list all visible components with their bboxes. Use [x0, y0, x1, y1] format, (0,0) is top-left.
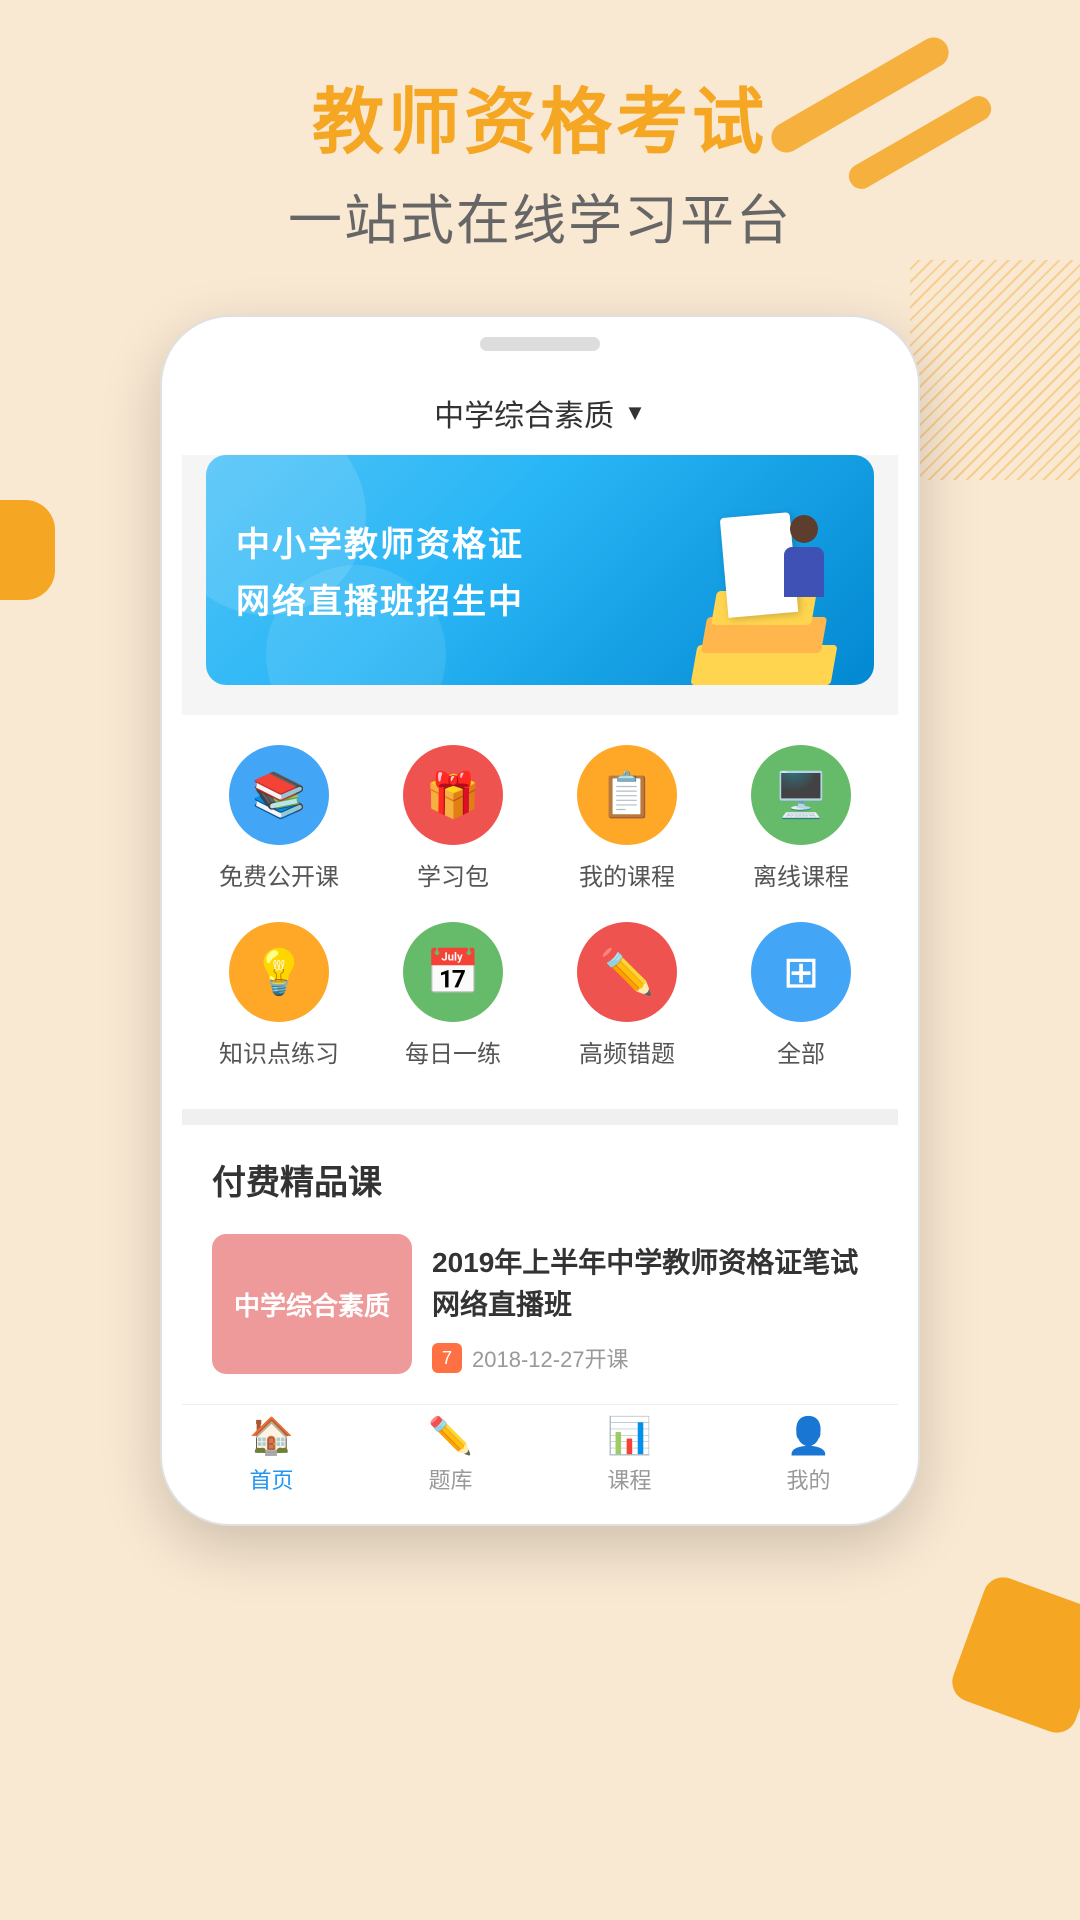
- date-icon: 7: [432, 1343, 462, 1373]
- home-icon: 🏠: [249, 1415, 294, 1457]
- icon-item-knowledge[interactable]: 💡 知识点练习: [209, 922, 349, 1069]
- errors-label: 高频错题: [579, 1034, 675, 1069]
- banner-text: 中小学教师资格证 网络直播班招生中: [236, 517, 844, 623]
- mine-label: 我的: [786, 1463, 830, 1495]
- course-date-row: 7 2018-12-27开课: [432, 1342, 868, 1374]
- header-area: 教师资格考试 一站式在线学习平台: [0, 0, 1080, 285]
- banner-line2: 网络直播班招生中: [236, 574, 844, 623]
- offline-label: 离线课程: [753, 857, 849, 892]
- phone-speaker: [480, 337, 600, 351]
- nav-item-questions[interactable]: ✏️ 题库: [361, 1405, 540, 1504]
- my-course-icon: 📋: [577, 745, 677, 845]
- offline-icon: 🖥️: [751, 745, 851, 845]
- free-course-icon: 📚: [229, 745, 329, 845]
- phone-outer: 中学综合素质 ▼ 中小学教师资格证 网络直播班招生中: [160, 315, 920, 1526]
- premium-section: 付费精品课 中学综合素质 2019年上半年中学教师资格证笔试网络直播班 7 20…: [182, 1125, 898, 1404]
- errors-icon: ✏️: [577, 922, 677, 1022]
- questions-icon: ✏️: [428, 1415, 473, 1457]
- icon-item-errors[interactable]: ✏️ 高频错题: [557, 922, 697, 1069]
- deco-lines-topright: [910, 260, 1080, 480]
- main-title: 教师资格考试: [0, 80, 1080, 166]
- daily-icon: 📅: [403, 922, 503, 1022]
- banner-line1: 中小学教师资格证: [236, 517, 844, 566]
- icon-item-free-course[interactable]: 📚 免费公开课: [209, 745, 349, 892]
- screen-header[interactable]: 中学综合素质 ▼: [182, 367, 898, 455]
- nav-item-mine[interactable]: 👤 我的: [719, 1405, 898, 1504]
- questions-label: 题库: [428, 1463, 472, 1495]
- icon-row-2: 💡 知识点练习 📅 每日一练 ✏️ 高频错题 ⊞ 全部: [192, 912, 888, 1089]
- knowledge-label: 知识点练习: [219, 1034, 339, 1069]
- my-course-label: 我的课程: [579, 857, 675, 892]
- study-pack-label: 学习包: [417, 857, 489, 892]
- icon-item-daily[interactable]: 📅 每日一练: [383, 922, 523, 1069]
- dropdown-label: 中学综合素质: [434, 391, 614, 435]
- courses-icon: 📊: [607, 1415, 652, 1457]
- home-label: 首页: [249, 1463, 293, 1495]
- nav-item-courses[interactable]: 📊 课程: [540, 1405, 719, 1504]
- study-pack-icon: 🎁: [403, 745, 503, 845]
- phone-screen: 中学综合素质 ▼ 中小学教师资格证 网络直播班招生中: [182, 367, 898, 1504]
- nav-item-home[interactable]: 🏠 首页: [182, 1405, 361, 1504]
- dropdown-arrow-icon[interactable]: ▼: [624, 400, 646, 426]
- icon-row-1: 📚 免费公开课 🎁 学习包 📋 我的课程 🖥️ 离线课程: [192, 735, 888, 912]
- phone-mockup: 中学综合素质 ▼ 中小学教师资格证 网络直播班招生中: [160, 315, 920, 1526]
- mine-icon: 👤: [786, 1415, 831, 1457]
- bottom-nav: 🏠 首页 ✏️ 题库 📊 课程 👤 我的: [182, 1404, 898, 1504]
- all-icon: ⊞: [751, 922, 851, 1022]
- daily-label: 每日一练: [405, 1034, 501, 1069]
- free-course-label: 免费公开课: [219, 857, 339, 892]
- banner[interactable]: 中小学教师资格证 网络直播班招生中: [206, 455, 874, 685]
- course-date: 2018-12-27开课: [472, 1342, 629, 1374]
- deco-left-orange: [0, 500, 55, 600]
- course-card[interactable]: 中学综合素质 2019年上半年中学教师资格证笔试网络直播班 7 2018-12-…: [212, 1224, 868, 1384]
- icon-item-study-pack[interactable]: 🎁 学习包: [383, 745, 523, 892]
- course-thumbnail: 中学综合素质: [212, 1234, 412, 1374]
- icon-item-my-course[interactable]: 📋 我的课程: [557, 745, 697, 892]
- knowledge-icon: 💡: [229, 922, 329, 1022]
- course-name: 2019年上半年中学教师资格证笔试网络直播班: [432, 1242, 868, 1326]
- icon-item-all[interactable]: ⊞ 全部: [731, 922, 871, 1069]
- courses-label: 课程: [607, 1463, 651, 1495]
- deco-bottom-right: [947, 1572, 1080, 1739]
- course-info: 2019年上半年中学教师资格证笔试网络直播班 7 2018-12-27开课: [432, 1234, 868, 1374]
- sub-title: 一站式在线学习平台: [0, 176, 1080, 255]
- premium-title: 付费精品课: [212, 1155, 868, 1204]
- all-label: 全部: [777, 1034, 825, 1069]
- section-separator: [182, 1109, 898, 1125]
- icon-grid: 📚 免费公开课 🎁 学习包 📋 我的课程 🖥️ 离线课程: [182, 715, 898, 1109]
- icon-item-offline[interactable]: 🖥️ 离线课程: [731, 745, 871, 892]
